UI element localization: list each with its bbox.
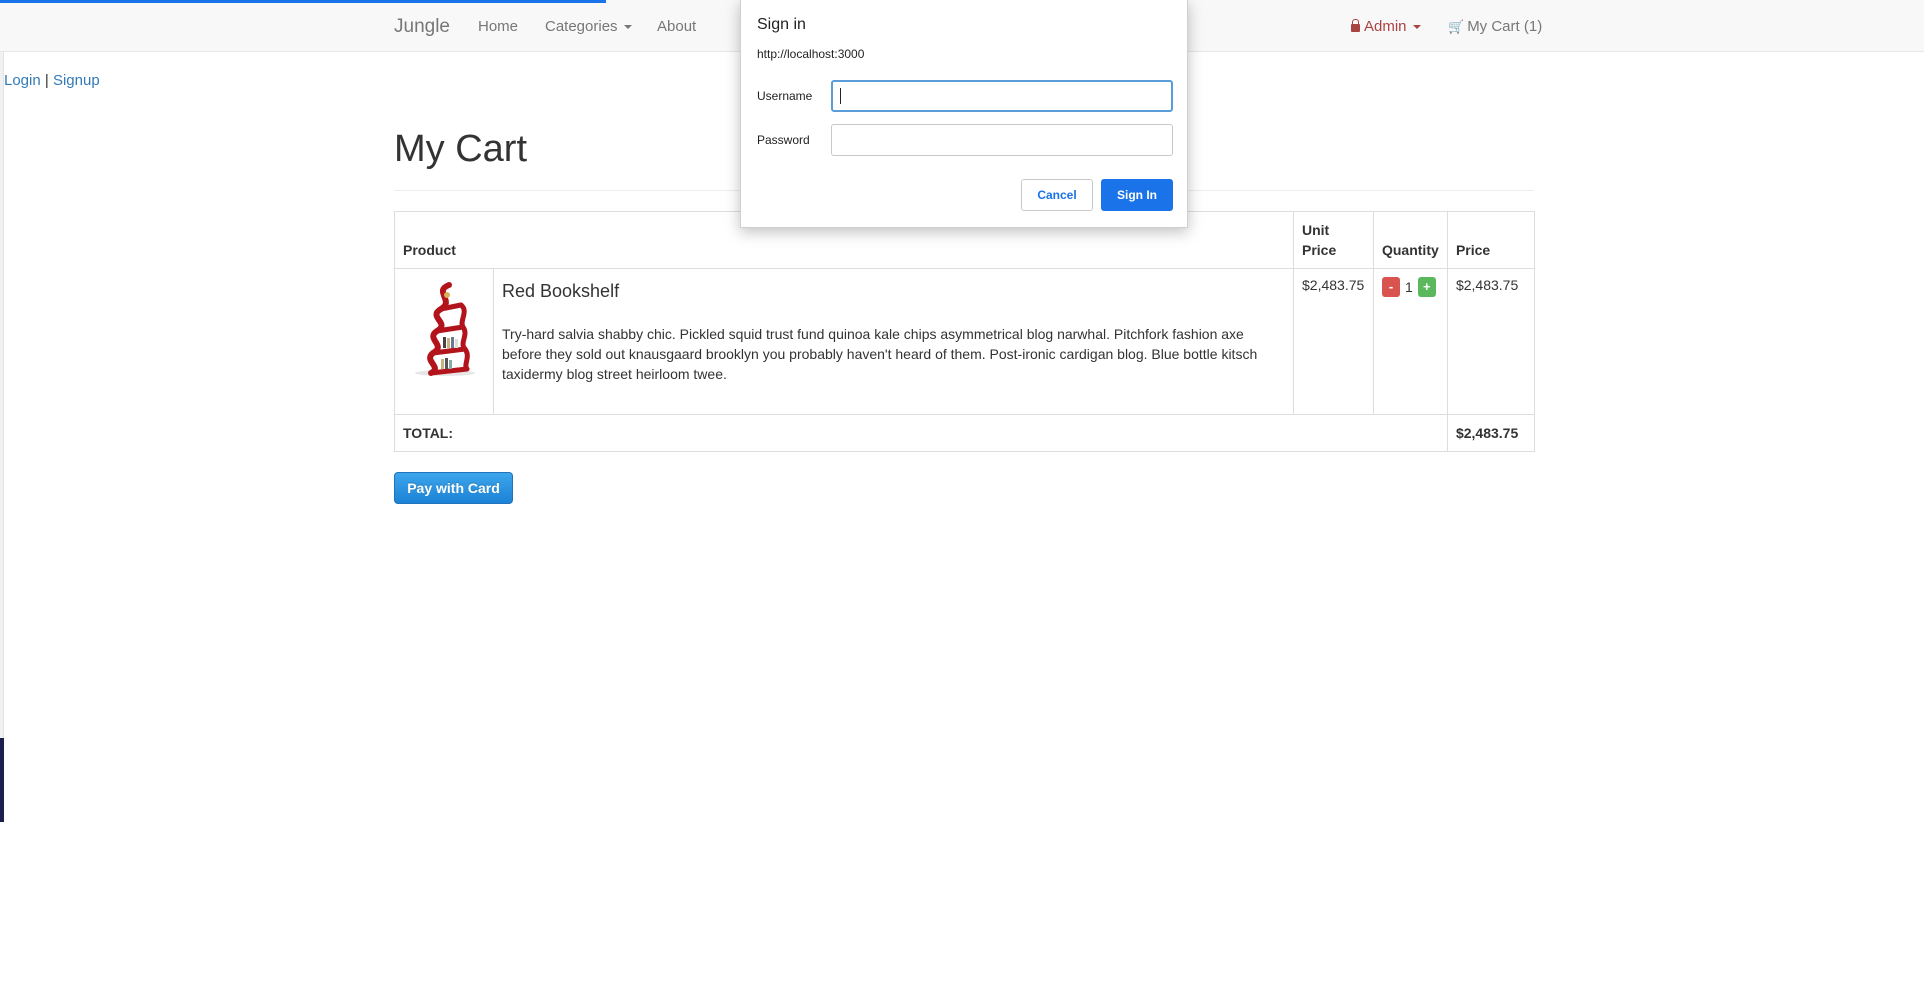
sign-in-dialog: Sign in http://localhost:3000 Username P…	[740, 0, 1188, 228]
price-cell: $2,483.75	[1446, 268, 1536, 415]
page-title: My Cart	[394, 128, 527, 170]
nav-home[interactable]: Home	[478, 18, 518, 35]
username-input[interactable]	[831, 80, 1173, 112]
cart-table: Product Unit Price Quantity Price Red Bo…	[394, 211, 1536, 452]
product-image-cell	[394, 268, 494, 415]
nav-about[interactable]: About	[657, 18, 696, 35]
product-name[interactable]: Red Bookshelf	[502, 281, 1285, 302]
dialog-title: Sign in	[757, 16, 806, 33]
text-cursor	[840, 88, 841, 104]
header-quantity: Quantity	[1372, 211, 1448, 269]
brand-link[interactable]: Jungle	[394, 16, 450, 38]
nav-admin[interactable]: Admin	[1351, 18, 1421, 35]
auth-links: Login | Signup	[4, 72, 100, 89]
total-value: $2,483.75	[1446, 414, 1536, 452]
bookshelf-image[interactable]	[403, 277, 485, 379]
decrease-quantity-button[interactable]: -	[1381, 277, 1400, 297]
total-row: TOTAL: $2,483.75	[394, 414, 1536, 452]
cart-icon: 🛒	[1448, 19, 1465, 34]
username-label: Username	[757, 89, 813, 103]
product-description: Try-hard salvia shabby chic. Pickled squ…	[502, 326, 1258, 382]
auth-separator: |	[44, 72, 49, 89]
nav-my-cart[interactable]: 🛒 My Cart (1)	[1448, 18, 1542, 35]
increase-quantity-button[interactable]: +	[1417, 277, 1436, 297]
nav-categories-label: Categories	[545, 18, 618, 35]
nav-categories[interactable]: Categories	[545, 18, 632, 35]
password-label: Password	[757, 133, 810, 147]
header-unit-price: Unit Price	[1293, 211, 1374, 269]
header-price: Price	[1446, 211, 1536, 269]
nav-my-cart-label: My Cart (1)	[1467, 18, 1543, 35]
signup-link[interactable]: Signup	[53, 72, 100, 89]
product-info-cell: Red Bookshelf Try-hard salvia shabby chi…	[493, 268, 1294, 415]
pay-with-card-button[interactable]: Pay with Card	[394, 472, 513, 504]
lock-icon	[1351, 19, 1360, 32]
caret-down-icon	[623, 25, 632, 30]
unit-price-cell: $2,483.75	[1293, 268, 1374, 415]
login-link[interactable]: Login	[4, 72, 41, 89]
left-window-edge-dark	[0, 738, 4, 822]
quantity-cell: -1 +	[1372, 268, 1448, 415]
nav-admin-label: Admin	[1364, 18, 1407, 35]
left-window-edge	[0, 0, 4, 822]
sign-in-button[interactable]: Sign In	[1101, 179, 1173, 211]
total-label: TOTAL:	[394, 414, 1448, 452]
page-loading-bar	[0, 0, 606, 3]
dialog-origin: http://localhost:3000	[757, 47, 865, 61]
table-row: Red Bookshelf Try-hard salvia shabby chi…	[394, 268, 1536, 415]
quantity-value: 1	[1404, 279, 1413, 295]
password-input[interactable]	[831, 124, 1173, 156]
caret-down-icon	[1412, 25, 1421, 30]
cancel-button[interactable]: Cancel	[1021, 179, 1093, 211]
